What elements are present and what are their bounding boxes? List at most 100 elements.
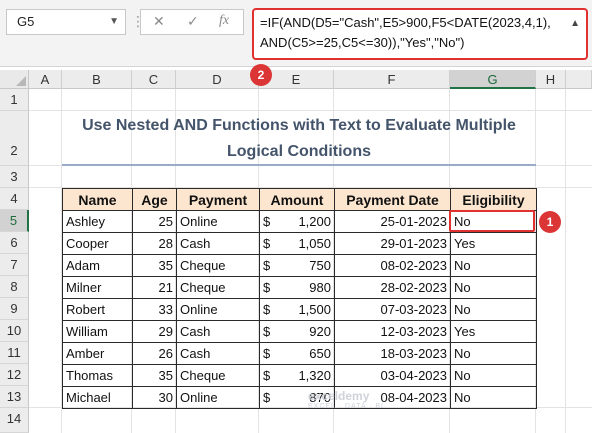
cell-payment[interactable]: Cheque	[176, 364, 260, 387]
column-header-blank[interactable]	[566, 70, 592, 89]
cell-name[interactable]: Michael	[62, 386, 133, 409]
callout-badge-formula: 2	[250, 64, 272, 86]
currency-symbol: $	[263, 324, 271, 339]
cell-payment-date[interactable]: 25-01-2023	[334, 210, 451, 233]
row-header-5[interactable]: 5	[0, 210, 29, 232]
cell-payment-date[interactable]: 12-03-2023	[334, 320, 451, 343]
currency-symbol: $	[263, 302, 271, 317]
cell-amount[interactable]: $750	[259, 254, 335, 277]
cell-payment[interactable]: Cash	[176, 320, 260, 343]
chevron-down-icon[interactable]: ▼	[109, 10, 119, 34]
cell-age[interactable]: 25	[132, 210, 177, 233]
cell-amount[interactable]: $1,320	[259, 364, 335, 387]
confirm-icon[interactable]: ✓	[187, 13, 199, 30]
cell-age[interactable]: 30	[132, 386, 177, 409]
cell-age[interactable]: 29	[132, 320, 177, 343]
cell-name[interactable]: Robert	[62, 298, 133, 321]
cell-eligibility[interactable]: No	[450, 298, 537, 321]
header-amount[interactable]: Amount	[259, 188, 335, 211]
column-header-b[interactable]: B	[62, 70, 132, 89]
cell-amount[interactable]: $1,050	[259, 232, 335, 255]
cell-age[interactable]: 21	[132, 276, 177, 299]
cell-payment-date[interactable]: 28-02-2023	[334, 276, 451, 299]
watermark-tagline: EXCEL · DATA · BI	[308, 403, 384, 410]
cell-amount[interactable]: $650	[259, 342, 335, 365]
table-row: Adam 35 Cheque $750 08-02-2023 No	[62, 254, 537, 277]
name-box[interactable]: G5 ▼	[6, 9, 126, 35]
header-payment-date[interactable]: Payment Date	[334, 188, 451, 211]
column-header-f[interactable]: F	[334, 70, 450, 89]
row-header-4[interactable]: 4	[0, 188, 29, 210]
cell-age[interactable]: 28	[132, 232, 177, 255]
cell-payment[interactable]: Cheque	[176, 254, 260, 277]
header-name[interactable]: Name	[62, 188, 133, 211]
row-header-3[interactable]: 3	[0, 166, 29, 188]
cell-name[interactable]: Adam	[62, 254, 133, 277]
cell-payment[interactable]: Online	[176, 298, 260, 321]
cell-eligibility[interactable]: Yes	[450, 232, 537, 255]
cell-name[interactable]: Cooper	[62, 232, 133, 255]
cell-eligibility[interactable]: No	[450, 210, 537, 233]
cell-payment-date[interactable]: 07-03-2023	[334, 298, 451, 321]
row-header-13[interactable]: 13	[0, 386, 29, 408]
cell-amount[interactable]: $980	[259, 276, 335, 299]
row-header-9[interactable]: 9	[0, 298, 29, 320]
cell-age[interactable]: 26	[132, 342, 177, 365]
cell-name[interactable]: Ashley	[62, 210, 133, 233]
row-header-12[interactable]: 12	[0, 364, 29, 386]
column-header-d[interactable]: D	[176, 70, 259, 89]
formula-input[interactable]: =IF(AND(D5="Cash",E5>900,F5<DATE(2023,4,…	[252, 8, 588, 60]
cell-name[interactable]: Milner	[62, 276, 133, 299]
header-age[interactable]: Age	[132, 188, 177, 211]
cell-payment-date[interactable]: 03-04-2023	[334, 364, 451, 387]
cell-amount[interactable]: $920	[259, 320, 335, 343]
cell-amount[interactable]: $1,500	[259, 298, 335, 321]
chevron-up-icon[interactable]: ▲	[570, 14, 580, 34]
header-payment[interactable]: Payment	[176, 188, 260, 211]
row-header-11[interactable]: 11	[0, 342, 29, 364]
currency-symbol: $	[263, 390, 271, 405]
cell-eligibility[interactable]: Yes	[450, 320, 537, 343]
formula-text: =IF(AND(D5="Cash",E5>900,F5<DATE(2023,4,…	[260, 15, 551, 50]
column-header-g[interactable]: G	[450, 70, 536, 89]
cell-eligibility[interactable]: No	[450, 386, 537, 409]
column-header-h[interactable]: H	[536, 70, 566, 89]
cell-age[interactable]: 35	[132, 364, 177, 387]
cell-name[interactable]: William	[62, 320, 133, 343]
column-header-c[interactable]: C	[132, 70, 176, 89]
insert-function-icon[interactable]: fx	[219, 13, 229, 29]
cancel-icon[interactable]: ✕	[153, 13, 165, 30]
cell-age[interactable]: 33	[132, 298, 177, 321]
header-eligibility[interactable]: Eligibility	[450, 188, 537, 211]
cell-age[interactable]: 35	[132, 254, 177, 277]
table-header-row: Name Age Payment Amount Payment Date Eli…	[62, 188, 537, 211]
column-header-a[interactable]: A	[29, 70, 62, 89]
cell-payment[interactable]: Online	[176, 210, 260, 233]
cell-payment[interactable]: Cheque	[176, 276, 260, 299]
row-header-2[interactable]: 2	[0, 111, 29, 166]
cell-payment-date[interactable]: 29-01-2023	[334, 232, 451, 255]
row-header-14[interactable]: 14	[0, 408, 29, 433]
cell-eligibility[interactable]: No	[450, 364, 537, 387]
row-header-8[interactable]: 8	[0, 276, 29, 298]
row-header-6[interactable]: 6	[0, 232, 29, 254]
row-header-7[interactable]: 7	[0, 254, 29, 276]
currency-symbol: $	[263, 346, 271, 361]
cell-name[interactable]: Thomas	[62, 364, 133, 387]
cell-eligibility[interactable]: No	[450, 342, 537, 365]
formula-buttons: ✕ ✓ fx	[140, 9, 244, 35]
cell-eligibility[interactable]: No	[450, 254, 537, 277]
row-header-10[interactable]: 10	[0, 320, 29, 342]
cell-payment[interactable]: Cash	[176, 232, 260, 255]
cell-payment[interactable]: Online	[176, 386, 260, 409]
name-box-value: G5	[17, 14, 35, 29]
amount-value: 1,050	[298, 236, 331, 251]
cell-name[interactable]: Amber	[62, 342, 133, 365]
cell-payment[interactable]: Cash	[176, 342, 260, 365]
select-all-corner[interactable]	[0, 70, 29, 89]
cell-payment-date[interactable]: 08-02-2023	[334, 254, 451, 277]
cell-amount[interactable]: $1,200	[259, 210, 335, 233]
row-header-1[interactable]: 1	[0, 89, 29, 111]
cell-eligibility[interactable]: No	[450, 276, 537, 299]
cell-payment-date[interactable]: 18-03-2023	[334, 342, 451, 365]
